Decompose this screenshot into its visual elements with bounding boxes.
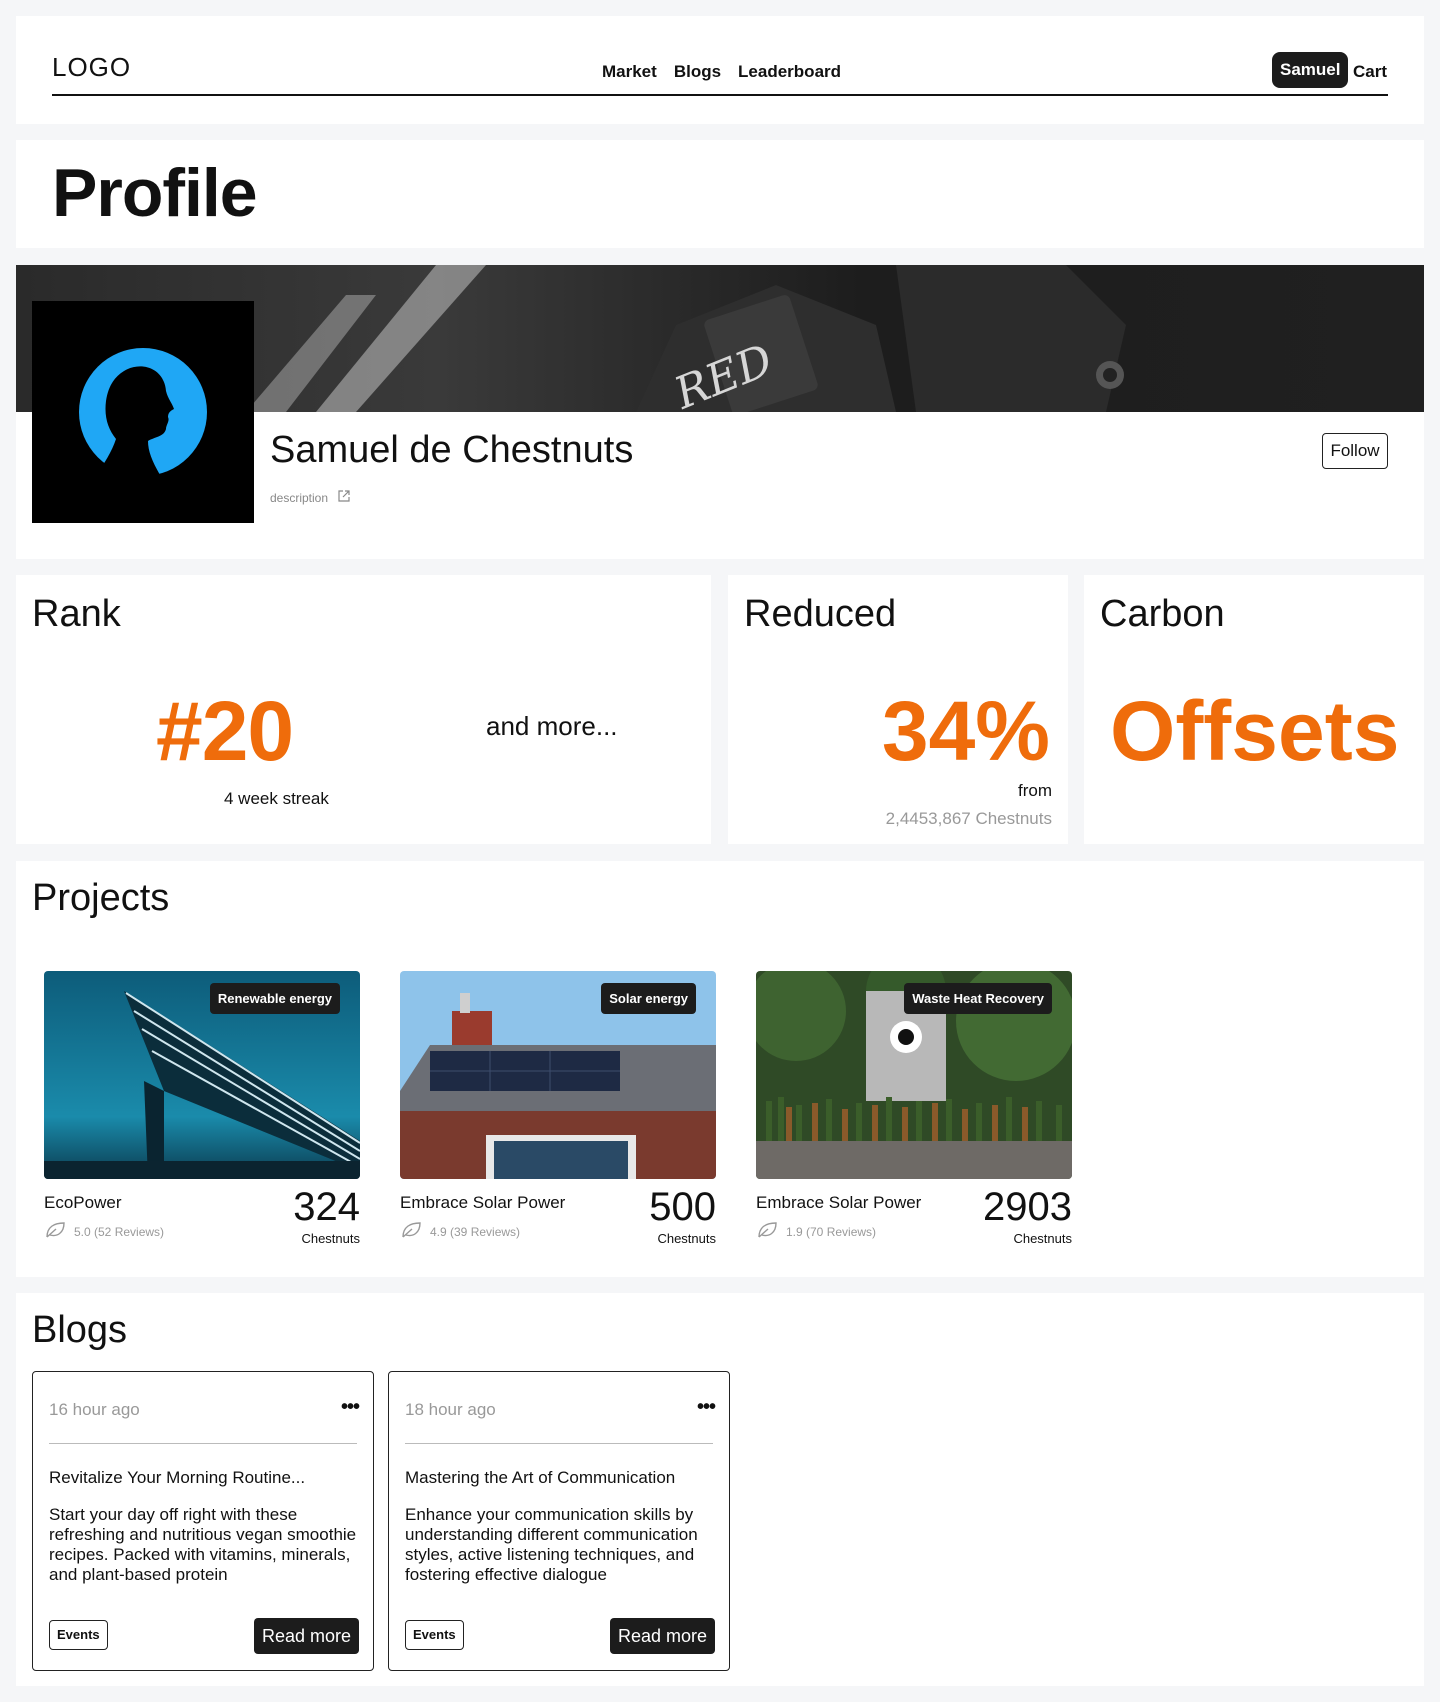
project-image: Renewable energy xyxy=(44,971,360,1179)
profile-description: description xyxy=(270,490,350,505)
nav-market[interactable]: Market xyxy=(602,62,657,82)
follow-button[interactable]: Follow xyxy=(1322,433,1388,469)
read-more-button[interactable]: Read more xyxy=(609,1618,715,1654)
blogs-title: Blogs xyxy=(32,1309,128,1351)
project-tag: Solar energy xyxy=(601,983,696,1014)
project-rating: 4.9 (39 Reviews) xyxy=(400,1221,520,1242)
project-name: Embrace Solar Power xyxy=(400,1193,566,1212)
leaf-icon xyxy=(44,1221,66,1242)
project-card[interactable]: Renewable energy EcoPower 5.0 (52 Review… xyxy=(44,971,360,1246)
profile-description-text: description xyxy=(270,490,329,505)
logo[interactable]: LOGO xyxy=(52,52,131,83)
rank-card: Rank #20 4 week streak and more... xyxy=(16,575,711,844)
project-unit: Chestnuts xyxy=(657,1231,716,1246)
top-header: LOGO Market Blogs Leaderboard Samuel Car… xyxy=(16,16,1424,124)
blogs-section: Blogs 16 hour ago ••• Revitalize Your Mo… xyxy=(16,1293,1424,1686)
external-link-icon[interactable] xyxy=(338,490,350,505)
blog-time: 18 hour ago xyxy=(405,1400,496,1419)
user-menu-button[interactable]: Samuel xyxy=(1272,52,1349,88)
project-rating: 1.9 (70 Reviews) xyxy=(756,1221,876,1242)
projects-section: Projects Renewable energy EcoPower 5.0 (… xyxy=(16,861,1424,1277)
nav-blogs[interactable]: Blogs xyxy=(674,62,721,82)
project-value: 2903 xyxy=(983,1185,1072,1229)
blog-title[interactable]: Mastering the Art of Communication xyxy=(405,1468,717,1488)
read-more-button[interactable]: Read more xyxy=(253,1618,359,1654)
blog-excerpt: Start your day off right with these refr… xyxy=(49,1505,357,1584)
reduced-chestnuts: 2,4453,867 Chestnuts xyxy=(885,809,1052,828)
rank-value: #20 xyxy=(156,684,294,778)
blog-tag[interactable]: Events xyxy=(49,1620,108,1650)
project-rating-text: 4.9 (39 Reviews) xyxy=(430,1224,521,1239)
project-rating-text: 5.0 (52 Reviews) xyxy=(74,1224,165,1239)
project-rating: 5.0 (52 Reviews) xyxy=(44,1221,164,1242)
project-value: 500 xyxy=(649,1185,716,1229)
page-title: Profile xyxy=(52,155,258,231)
reduced-from-label: from xyxy=(1018,781,1052,800)
carbon-title: Carbon xyxy=(1100,593,1225,635)
carbon-card: Carbon Offsets xyxy=(1084,575,1424,844)
project-name: Embrace Solar Power xyxy=(756,1193,922,1212)
project-unit: Chestnuts xyxy=(1013,1231,1072,1246)
header-divider xyxy=(52,94,1388,96)
project-card[interactable]: Solar energy Embrace Solar Power 4.9 (39… xyxy=(400,971,716,1246)
project-tag: Renewable energy xyxy=(209,983,340,1014)
project-image: Waste Heat Recovery xyxy=(756,971,1072,1179)
blog-divider xyxy=(49,1443,357,1444)
cart-link[interactable]: Cart xyxy=(1353,62,1387,82)
project-value: 324 xyxy=(293,1185,360,1229)
projects-title: Projects xyxy=(32,877,170,919)
reduced-title: Reduced xyxy=(744,593,897,635)
avatar[interactable] xyxy=(32,301,254,523)
main-nav: Market Blogs Leaderboard xyxy=(602,62,841,82)
profile-card: RED Samuel de Chestnuts description Foll… xyxy=(16,265,1424,559)
project-card[interactable]: Waste Heat Recovery Embrace Solar Power … xyxy=(756,971,1072,1246)
leaf-icon xyxy=(756,1221,778,1242)
blog-divider xyxy=(405,1443,713,1444)
project-unit: Chestnuts xyxy=(301,1231,360,1246)
page-title-card: Profile xyxy=(16,140,1424,248)
blog-time: 16 hour ago xyxy=(49,1400,140,1419)
more-dots-icon[interactable]: ••• xyxy=(697,1396,716,1419)
blog-card[interactable]: 18 hour ago ••• Mastering the Art of Com… xyxy=(388,1371,730,1671)
project-tag: Waste Heat Recovery xyxy=(904,983,1052,1014)
reduced-value: 34% xyxy=(881,684,1050,778)
leaf-icon xyxy=(400,1221,422,1242)
profile-name: Samuel de Chestnuts xyxy=(270,429,634,471)
blog-title[interactable]: Revitalize Your Morning Routine... xyxy=(49,1468,361,1488)
carbon-value: Offsets xyxy=(1110,684,1400,778)
rank-more-link[interactable]: and more... xyxy=(486,711,618,742)
project-name: EcoPower xyxy=(44,1193,122,1212)
blog-card[interactable]: 16 hour ago ••• Revitalize Your Morning … xyxy=(32,1371,374,1671)
project-rating-text: 1.9 (70 Reviews) xyxy=(786,1224,877,1239)
blog-tag[interactable]: Events xyxy=(405,1620,464,1650)
reduced-card: Reduced 34% from 2,4453,867 Chestnuts xyxy=(728,575,1068,844)
rank-title: Rank xyxy=(32,593,121,635)
project-image: Solar energy xyxy=(400,971,716,1179)
blog-excerpt: Enhance your communication skills by und… xyxy=(405,1505,698,1584)
nav-leaderboard[interactable]: Leaderboard xyxy=(738,62,841,82)
more-dots-icon[interactable]: ••• xyxy=(341,1396,360,1419)
rank-streak: 4 week streak xyxy=(224,789,329,808)
